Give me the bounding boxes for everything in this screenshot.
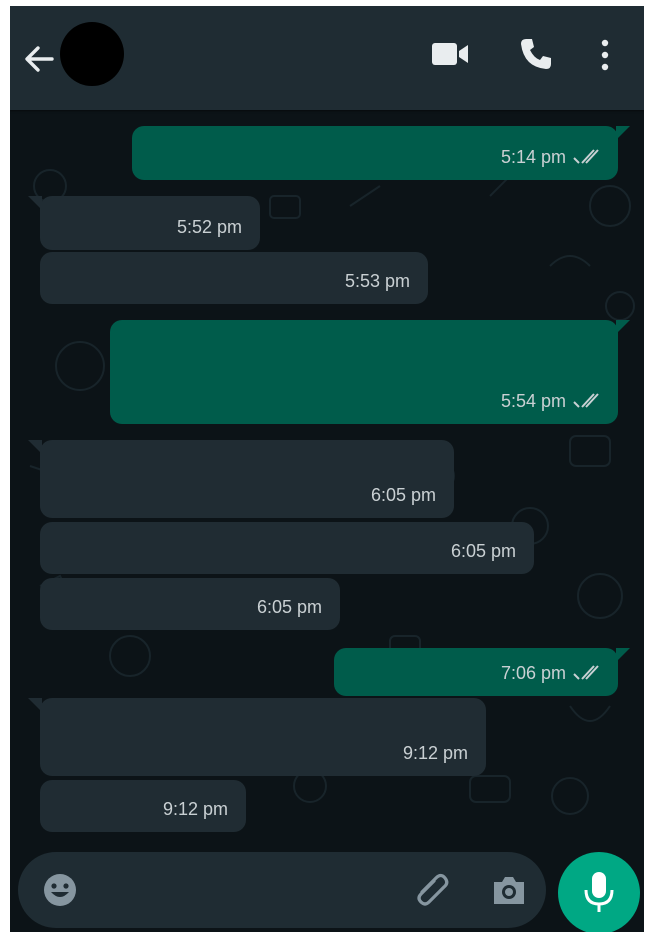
bubble-tail xyxy=(616,648,630,662)
message-time: 6:05 pm xyxy=(450,541,516,561)
message-input-bar[interactable] xyxy=(18,852,546,928)
read-receipt-icon xyxy=(573,665,599,680)
message-time: 5:14 pm xyxy=(500,147,566,167)
microphone-icon xyxy=(584,872,614,912)
chat-header xyxy=(10,6,644,110)
bubble-tail xyxy=(28,698,42,712)
contact-avatar[interactable] xyxy=(60,22,124,86)
more-vertical-icon[interactable] xyxy=(598,38,612,72)
message-time: 5:53 pm xyxy=(344,271,410,291)
bubble-tail xyxy=(616,320,630,334)
message-time: 6:05 pm xyxy=(256,597,322,617)
message-bubble-incoming[interactable]: 9:12 pm xyxy=(28,698,486,776)
message-time: 7:06 pm xyxy=(500,663,566,683)
message-bubble-incoming[interactable]: 6:05 pm xyxy=(28,440,454,518)
message-bubble-incoming[interactable]: 5:52 pm xyxy=(28,196,260,250)
message-bubble-incoming[interactable]: 5:53 pm xyxy=(40,252,428,304)
message-bubble-incoming[interactable]: 6:05 pm xyxy=(40,578,340,630)
read-receipt-icon xyxy=(573,149,599,164)
phone-icon[interactable] xyxy=(518,36,554,72)
message-bubble-outgoing[interactable]: 7:06 pm xyxy=(334,648,630,696)
message-time: 5:52 pm xyxy=(176,217,242,237)
camera-icon[interactable] xyxy=(490,872,528,908)
message-bubble-outgoing[interactable]: 5:54 pm xyxy=(110,320,630,424)
message-bubble-incoming[interactable]: 9:12 pm xyxy=(40,780,246,832)
emoji-icon[interactable] xyxy=(42,872,78,908)
message-time: 9:12 pm xyxy=(162,799,228,819)
paperclip-icon[interactable] xyxy=(414,870,450,910)
chat-screen: 5:14 pm 5:52 pm 5:53 pm 5:54 pm 6:05 pm … xyxy=(10,6,644,932)
video-camera-icon[interactable] xyxy=(430,40,470,68)
bubble-tail xyxy=(28,196,42,210)
read-receipt-icon xyxy=(573,393,599,408)
message-time: 5:54 pm xyxy=(500,391,566,411)
bubble-tail xyxy=(28,440,42,454)
message-time: 9:12 pm xyxy=(402,743,468,763)
arrow-left-icon[interactable] xyxy=(22,42,56,76)
bubble-tail xyxy=(616,126,630,140)
message-time: 6:05 pm xyxy=(370,485,436,505)
message-bubble-outgoing[interactable]: 5:14 pm xyxy=(132,126,630,180)
message-bubble-incoming[interactable]: 6:05 pm xyxy=(40,522,534,574)
voice-message-button[interactable] xyxy=(558,852,640,932)
